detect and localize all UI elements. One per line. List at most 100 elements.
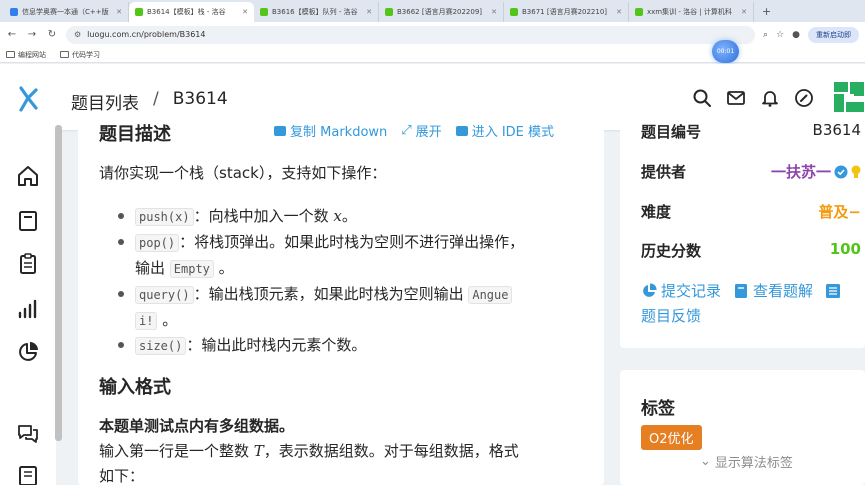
problem-links: 提交记录 查看题解 — [641, 280, 841, 301]
browser-tab[interactable]: 信息学奥赛一本通（C++版 ✕ — [4, 2, 129, 22]
breadcrumb-problem-list[interactable]: 题目列表 — [71, 89, 139, 114]
ide-mode-button[interactable]: 进入 IDE 模式 — [455, 121, 555, 140]
bell-icon[interactable] — [760, 88, 780, 108]
breadcrumb-current: B3614 — [172, 89, 228, 109]
tags-card: 标签 O2优化 ⌄ 显示算法标签 — [620, 370, 865, 485]
screen-recording-badge[interactable]: 00:01 — [712, 40, 739, 63]
copy-icon — [274, 125, 286, 136]
pie-chart-icon — [643, 282, 657, 297]
site-info-icon[interactable]: ⚙ — [74, 30, 81, 39]
id-label: 题目编号 — [641, 123, 702, 141]
code-push: push(x) — [135, 208, 194, 226]
tab-close-icon[interactable]: ✕ — [366, 8, 372, 16]
profile-icon[interactable]: ● — [792, 30, 800, 40]
url-input[interactable]: ⚙ luogu.com.cn/problem/B3614 — [66, 25, 756, 44]
browser-tab-active[interactable]: B3614【模板】栈 - 洛谷 ✕ — [129, 2, 254, 22]
luogu-logo-icon[interactable] — [16, 86, 40, 112]
difficulty-label: 难度 — [641, 203, 672, 221]
page-scrollbar[interactable] — [55, 125, 62, 441]
tab-label: B3614【模板】栈 - 洛谷 — [147, 8, 226, 16]
input-multi-test: 本题单测试点内有多组数据。 — [99, 417, 295, 435]
browser-tab[interactable]: B3616【模板】队列 - 洛谷 ✕ — [254, 2, 379, 22]
code-empty: Empty — [169, 260, 214, 278]
bullet-dot — [118, 213, 124, 219]
lightbulb-icon — [851, 165, 861, 178]
bookmark-label: 编程网站 — [18, 50, 46, 59]
zoom-icon[interactable]: ⌕ — [763, 30, 768, 40]
expand-button[interactable]: ⤢ 展开 — [401, 121, 441, 140]
input-line1-a: 输入第一行是一个整数 — [99, 442, 254, 460]
browser-tab[interactable]: B3671 [语言月赛202210] ✕ — [504, 2, 629, 22]
mail-icon[interactable] — [726, 88, 746, 108]
feedback-link[interactable]: 题目反馈 — [641, 305, 701, 326]
op-query-end: 。 — [157, 311, 178, 329]
difficulty-value: 普及− — [818, 203, 861, 221]
pie-chart-icon[interactable] — [16, 340, 40, 364]
tab-close-icon[interactable]: ✕ — [491, 8, 497, 16]
browser-tab[interactable]: B3662 [语言月赛202209] ✕ — [379, 2, 504, 22]
provider-name[interactable]: 一扶苏一 — [771, 161, 831, 182]
article-icon[interactable] — [16, 464, 40, 485]
tab-favicon-icon — [260, 8, 268, 16]
provider: 一扶苏一 — [771, 161, 861, 182]
op-query: query() ：输出栈顶元素，如果此时栈为空则输出 Angue — [135, 281, 513, 308]
bookmark-star-icon[interactable]: ☆ — [776, 30, 784, 40]
ranking-bars-icon[interactable] — [16, 297, 40, 321]
back-arrow-icon[interactable]: ← — [6, 29, 18, 40]
tab-close-icon[interactable]: ✕ — [741, 8, 747, 16]
op-pop-text: ：将栈顶弹出。如果此时栈为空则不进行弹出操作， — [179, 233, 525, 251]
copy-markdown-button[interactable]: 复制 Markdown — [274, 121, 387, 140]
reload-icon[interactable]: ↻ — [46, 29, 58, 40]
address-bar-actions: ⌕ ☆ ● 重新启动即 — [763, 26, 859, 43]
score-value: 100 — [829, 240, 861, 258]
search-icon[interactable] — [692, 88, 712, 108]
tab-label: 信息学奥赛一本通（C++版 — [22, 8, 109, 16]
input-line1: 输入第一行是一个整数 T，表示数据组数。对于每组数据，格式 — [99, 438, 519, 464]
show-algorithm-tags-label: 显示算法标签 — [714, 456, 793, 471]
list-icon — [826, 283, 841, 298]
restart-button[interactable]: 重新启动即 — [808, 26, 859, 43]
folder-icon — [6, 51, 15, 58]
show-algorithm-tags[interactable]: ⌄ 显示算法标签 — [700, 452, 793, 471]
problem-content-card: 题目描述 复制 Markdown ⤢ 展开 进入 IDE 模式 请你实现一个栈（… — [78, 115, 604, 485]
clipboard-task-icon[interactable] — [16, 252, 40, 276]
score-label: 历史分数 — [641, 242, 702, 260]
solutions-link[interactable]: 查看题解 — [733, 280, 813, 301]
book-icon[interactable] — [16, 209, 40, 233]
tab-favicon-icon — [635, 8, 643, 16]
op-size-text: ：输出此时栈内元素个数。 — [186, 336, 367, 354]
op-pop-text2: 输出 — [135, 259, 170, 277]
op-push-text: ：向栈中加入一个数 — [193, 207, 334, 225]
ide-mode-label: 进入 IDE 模式 — [471, 125, 555, 140]
feedback-label: 题目反馈 — [641, 307, 702, 325]
submissions-link[interactable]: 提交记录 — [641, 280, 721, 301]
breadcrumb-separator: / — [153, 89, 159, 109]
tag-o2[interactable]: O2优化 — [641, 425, 702, 450]
math-T: T — [253, 442, 264, 460]
left-sidebar — [0, 130, 56, 485]
browser-tab[interactable]: xxm集训 - 洛谷 | 计算机科 ✕ — [629, 2, 754, 22]
input-line1-b: ，表示数据组数。对于每组数据，格式 — [263, 442, 519, 460]
url-text: luogu.com.cn/problem/B3614 — [87, 30, 206, 39]
op-push-end: 。 — [341, 207, 357, 225]
forward-arrow-icon[interactable]: → — [26, 29, 38, 40]
tab-label: B3662 [语言月赛202209] — [397, 8, 483, 16]
home-icon[interactable] — [16, 164, 40, 188]
problem-intro: 请你实现一个栈（stack），支持如下操作： — [99, 164, 387, 182]
bookmark-folder[interactable]: 编程网站 — [6, 50, 46, 60]
tab-close-icon[interactable]: ✕ — [616, 8, 622, 16]
new-tab-button[interactable]: + — [754, 2, 779, 22]
id-value: B3614 — [812, 121, 861, 139]
edit-pen-icon[interactable] — [794, 88, 814, 108]
op-pop-cont: 输出 Empty 。 — [135, 255, 234, 282]
discussion-icon[interactable] — [16, 421, 40, 445]
tab-label: B3671 [语言月赛202210] — [522, 8, 608, 16]
tab-close-icon[interactable]: ✕ — [116, 8, 122, 16]
copy-markdown-label: 复制 Markdown — [290, 125, 388, 140]
op-push: push(x) ：向栈中加入一个数 x。 — [135, 203, 357, 230]
tab-favicon-icon — [135, 8, 143, 16]
tab-favicon-icon — [510, 8, 518, 16]
bookmark-folder[interactable]: 代码学习 — [60, 50, 100, 60]
tab-close-icon[interactable]: ✕ — [242, 8, 248, 16]
user-avatar[interactable] — [832, 80, 865, 114]
